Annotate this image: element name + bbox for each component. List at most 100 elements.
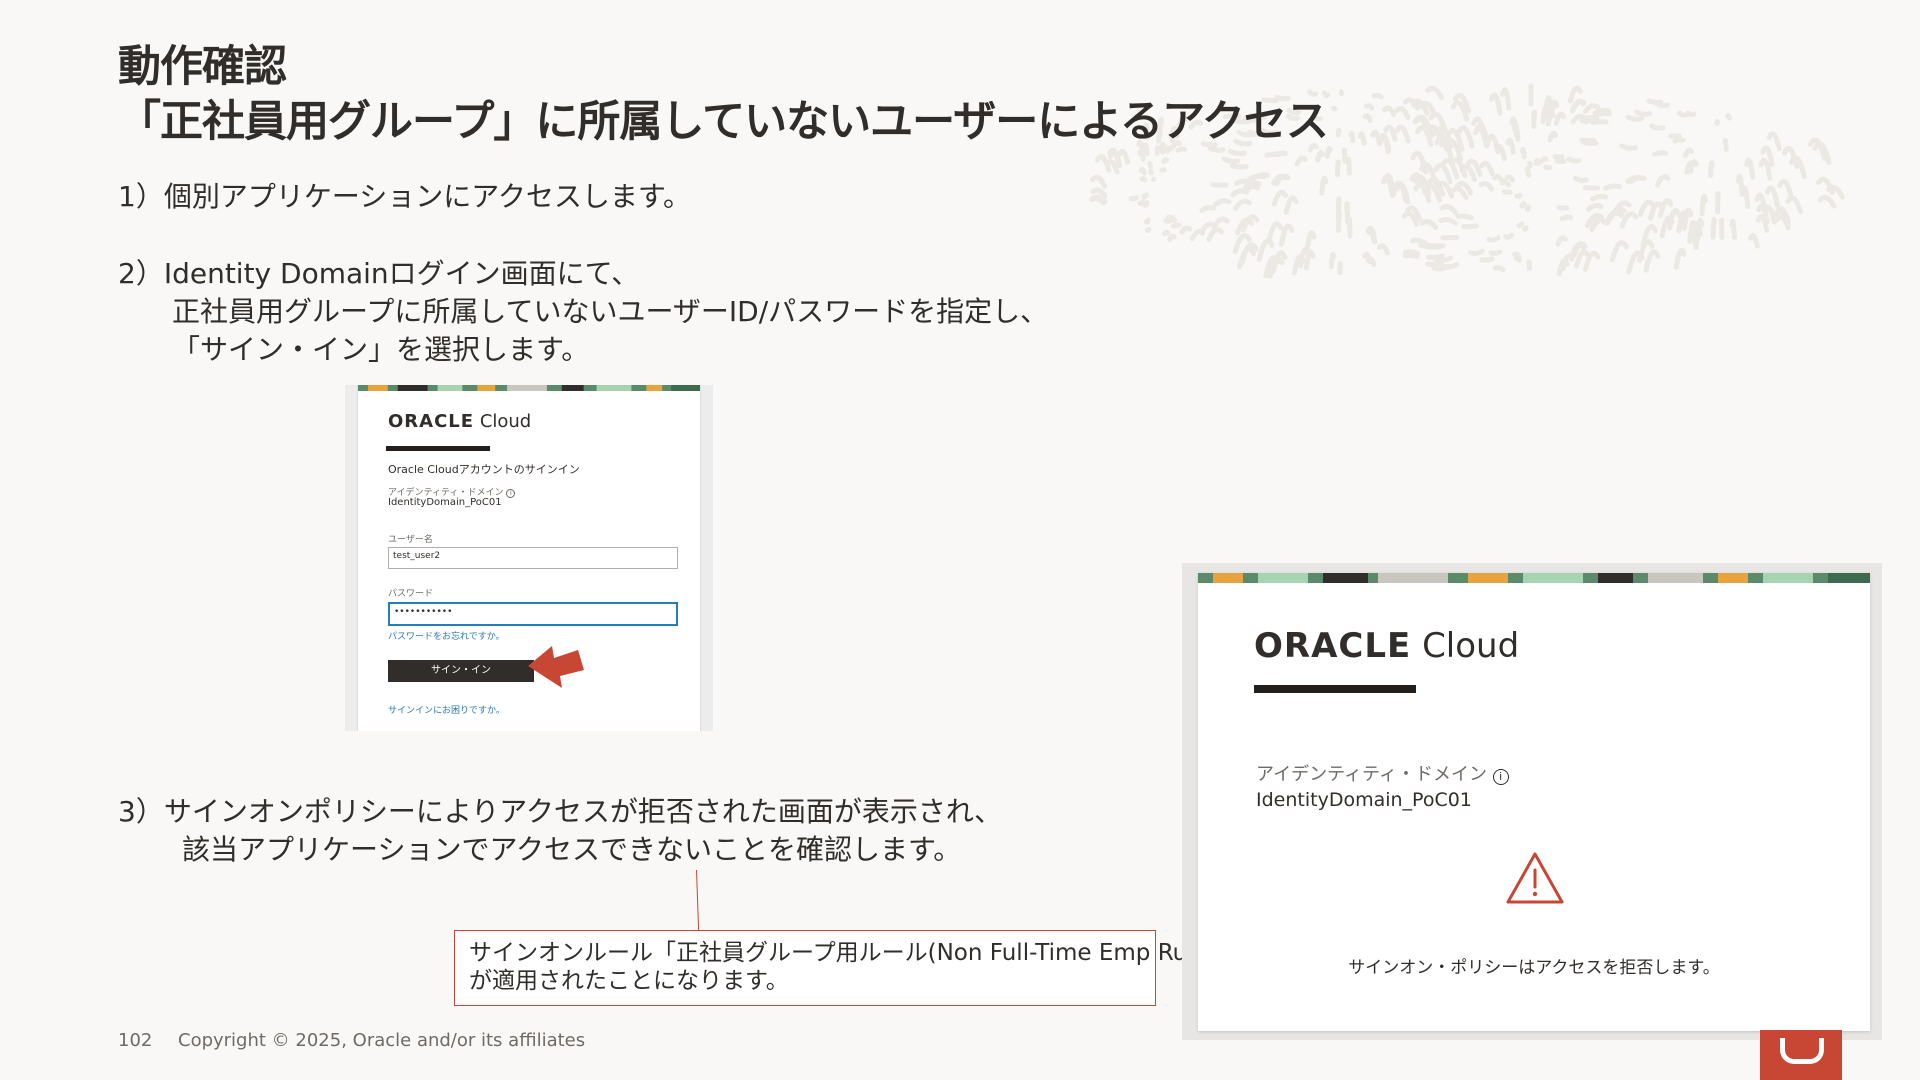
texture-stroke	[1227, 148, 1247, 157]
texture-stroke	[1589, 218, 1608, 232]
texture-stroke	[1672, 137, 1686, 144]
texture-stroke	[1166, 214, 1176, 221]
texture-stroke	[1161, 229, 1171, 237]
texture-stroke	[1425, 85, 1444, 101]
texture-stroke	[1603, 183, 1622, 191]
login-screenshot: ORACLE Cloud Oracle Cloudアカウントのサインイン アイデ…	[345, 385, 713, 731]
texture-stroke	[1572, 175, 1589, 183]
texture-stroke	[1409, 237, 1428, 246]
texture-stroke	[1543, 164, 1553, 171]
texture-stroke	[1628, 175, 1647, 185]
access-denied-screenshot: ORACLE Cloud アイデンティティ・ドメイン i IdentityDom…	[1182, 563, 1882, 1040]
info-icon: i	[506, 489, 516, 498]
texture-stroke	[1401, 210, 1419, 227]
texture-stroke	[1345, 156, 1352, 176]
info-icon: i	[1492, 769, 1509, 785]
texture-stroke	[1522, 225, 1529, 232]
callout-box: サインオンルール「正社員グループ用ルール(Non Full-Time Emp R…	[454, 930, 1217, 1006]
texture-stroke	[1559, 214, 1574, 222]
step-3: 3）サインオンポリシーによりアクセスが拒否された画面が表示され、 該当アプリケー…	[118, 793, 1002, 869]
oracle-cloud-logo: ORACLE Cloud	[388, 411, 531, 432]
oracle-cloud-logo: ORACLE Cloud	[1254, 626, 1519, 666]
texture-stroke	[1657, 198, 1674, 219]
texture-stroke	[1710, 216, 1717, 240]
texture-stroke	[1556, 205, 1570, 211]
texture-stroke	[1376, 243, 1390, 256]
texture-stroke	[1438, 217, 1458, 226]
texture-stroke	[1492, 265, 1506, 273]
texture-stroke	[1505, 137, 1516, 155]
texture-stroke	[1206, 226, 1224, 243]
texture-stroke	[1394, 105, 1411, 120]
texture-stroke	[1585, 202, 1604, 212]
texture-stroke	[1479, 256, 1495, 263]
texture-stroke	[1504, 174, 1516, 183]
title-line-2: 「正社員用グループ」に所属していないユーザーによるアクセス	[118, 97, 1329, 147]
title-line-1: 動作確認	[118, 42, 287, 92]
texture-stroke	[1503, 232, 1515, 240]
texture-stroke	[1673, 248, 1687, 270]
copyright-text: Copyright © 2025, Oracle and/or its affi…	[178, 1030, 586, 1051]
forgot-password-link[interactable]: パスワードをお忘れですか。	[388, 629, 505, 642]
username-input[interactable]: test_user2	[388, 547, 678, 569]
username-label: ユーザー名	[388, 535, 433, 545]
texture-stroke	[1516, 221, 1525, 229]
password-input[interactable]: •••••••••••	[388, 602, 678, 626]
texture-stroke	[1089, 196, 1107, 206]
texture-stroke	[1531, 109, 1538, 129]
texture-stroke	[1547, 131, 1558, 143]
texture-stroke	[1143, 217, 1151, 225]
signin-help-link[interactable]: サインインにお困りですか。	[388, 703, 505, 716]
texture-stroke	[1294, 155, 1308, 167]
signin-button[interactable]: サイン・イン	[388, 660, 534, 682]
texture-stroke	[1144, 226, 1152, 234]
logo-cloud-text: Cloud	[1422, 626, 1520, 666]
texture-stroke	[1764, 185, 1780, 208]
texture-stroke	[1213, 198, 1232, 207]
texture-stroke	[1357, 131, 1367, 146]
texture-stroke	[1271, 189, 1289, 207]
texture-stroke	[1735, 173, 1745, 198]
texture-stroke	[1722, 137, 1729, 152]
texture-stroke	[1526, 259, 1532, 271]
texture-stroke	[1634, 109, 1653, 117]
texture-stroke	[1138, 167, 1147, 176]
texture-stroke	[1519, 146, 1527, 160]
step-2-line-3: 「サイン・イン」を選択します。	[172, 333, 590, 366]
texture-stroke	[1161, 157, 1170, 164]
signin-heading: Oracle Cloudアカウントのサインイン	[388, 463, 580, 476]
texture-stroke	[1729, 218, 1737, 240]
texture-stroke	[1247, 173, 1266, 182]
texture-stroke	[1589, 193, 1609, 202]
texture-stroke	[1619, 211, 1639, 230]
texture-stroke	[1137, 198, 1146, 207]
texture-stroke	[1725, 113, 1733, 121]
texture-stroke	[1744, 157, 1756, 180]
texture-stroke	[1303, 249, 1316, 271]
texture-stroke	[1590, 119, 1609, 126]
texture-stroke	[1777, 178, 1795, 202]
texture-stroke	[1450, 186, 1469, 201]
texture-stroke	[1266, 221, 1284, 244]
texture-stroke	[1128, 195, 1139, 202]
texture-stroke	[1402, 252, 1420, 259]
texture-stroke	[1348, 130, 1356, 144]
texture-stroke	[1344, 201, 1351, 225]
texture-stroke	[1592, 107, 1612, 116]
step-3-line-2: 該当アプリケーションでアクセスできないことを確認します。	[182, 833, 962, 866]
texture-stroke	[1815, 176, 1835, 195]
texture-stroke	[1643, 249, 1661, 273]
texture-stroke	[1625, 114, 1645, 122]
texture-stroke	[1501, 189, 1513, 195]
step-2: 2）Identity Domainログイン画面にて、 正社員用グループに所属して…	[118, 255, 1048, 369]
texture-stroke	[1774, 214, 1791, 231]
texture-stroke	[1533, 158, 1540, 166]
badge-ring-icon	[1780, 1038, 1824, 1064]
password-label: パスワード	[388, 589, 434, 599]
texture-stroke	[1364, 103, 1375, 111]
access-denied-card: ORACLE Cloud アイデンティティ・ドメイン i IdentityDom…	[1198, 573, 1870, 1031]
texture-stroke	[1714, 119, 1721, 127]
texture-stroke	[1232, 198, 1252, 212]
login-card: ORACLE Cloud Oracle Cloudアカウントのサインイン アイデ…	[357, 385, 701, 731]
texture-stroke	[1455, 213, 1474, 221]
